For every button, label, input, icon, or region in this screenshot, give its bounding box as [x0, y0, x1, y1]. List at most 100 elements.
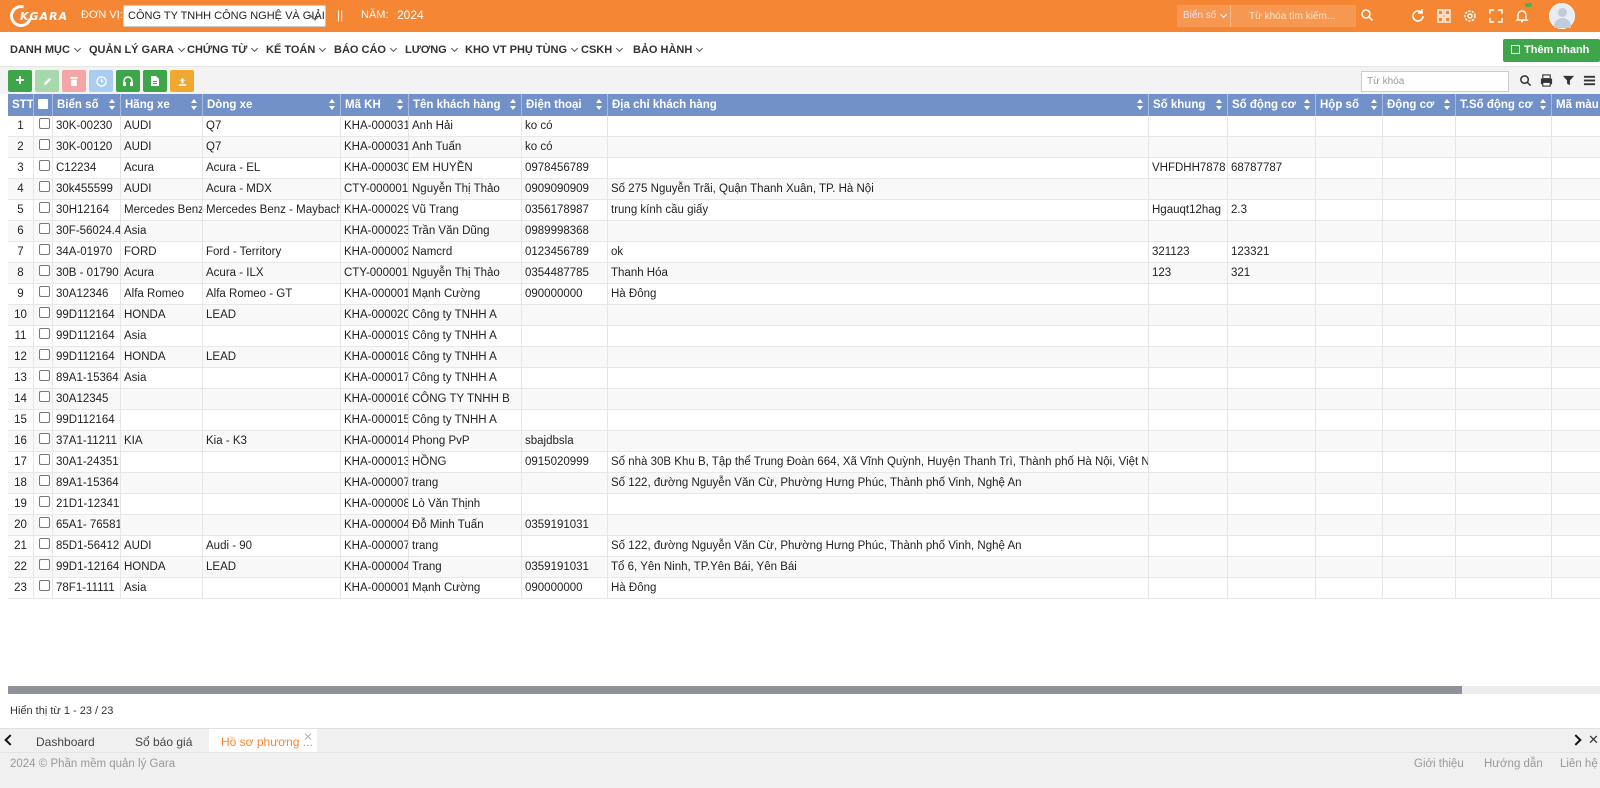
scrollbar-thumb[interactable]	[8, 686, 1462, 694]
table-row[interactable]: 6 30F-56024.4 Asia KHA-000023 Trần Văn Dũng 0…	[8, 221, 1600, 242]
menu-ke-toan[interactable]: KẾ TOÁN	[266, 44, 327, 56]
footer-link-contact[interactable]: Liên hệ	[1560, 758, 1598, 770]
tab-ho-so-phuong-an[interactable]: Hồ sơ phương ... ✕	[209, 729, 317, 753]
row-checkbox[interactable]	[39, 139, 50, 151]
menu-bao-hanh[interactable]: BẢO HÀNH	[633, 44, 704, 56]
refresh-icon[interactable]	[1410, 8, 1426, 24]
table-row[interactable]: 12 99D112164 HONDA LEAD KHA-000018 Công ty TN…	[8, 347, 1600, 368]
table-row[interactable]: 17 30A1-24351 KHA-000013 HỒNG 0915020999 Số n…	[8, 452, 1600, 473]
row-checkbox[interactable]	[39, 328, 50, 340]
table-row[interactable]: 2 30K-00120 AUDI Q7 KHA-000031 Anh Tuấn ko có	[8, 137, 1600, 158]
row-checkbox[interactable]	[39, 454, 50, 466]
row-checkbox[interactable]	[39, 412, 50, 424]
table-row[interactable]: 15 99D112164 KHA-000015 Công ty TNHH A	[8, 410, 1600, 431]
row-checkbox[interactable]	[39, 118, 50, 130]
col-ma-kh[interactable]: Mã KH	[341, 94, 409, 116]
table-row[interactable]: 11 99D112164 Asia KHA-000019 Công ty TNHH A	[8, 326, 1600, 347]
menu-chung-tu[interactable]: CHỨNG TỪ	[187, 44, 259, 56]
row-checkbox[interactable]	[39, 517, 50, 529]
print-icon[interactable]	[1540, 74, 1553, 87]
table-row[interactable]: 18 89A1-15364 KHA-000007 trang Số 122, đường…	[8, 473, 1600, 494]
search-type-select[interactable]: Biển số	[1177, 5, 1231, 27]
footer-link-guide[interactable]: Hướng dẫn	[1484, 758, 1543, 770]
row-checkbox[interactable]	[39, 391, 50, 403]
row-checkbox[interactable]	[39, 181, 50, 193]
search-icon[interactable]	[1360, 8, 1374, 22]
delete-button[interactable]	[62, 70, 86, 92]
table-row[interactable]: 5 30H12164 Mercedes Benz Mercedes Benz - Ma…	[8, 200, 1600, 221]
table-row[interactable]: 8 30B - 01790 Acura Acura - ILX CTY-000001 Ng…	[8, 263, 1600, 284]
table-row[interactable]: 10 99D112164 HONDA LEAD KHA-000020 Công ty TN…	[8, 305, 1600, 326]
footer-link-about[interactable]: Giới thiệu	[1414, 758, 1464, 770]
app-logo[interactable]: KGARA	[5, 0, 72, 32]
keyword-filter-input[interactable]	[1361, 71, 1509, 92]
col-bien-so[interactable]: Biển số	[53, 94, 121, 116]
row-checkbox[interactable]	[39, 580, 50, 592]
table-row[interactable]: 1 30K-00230 AUDI Q7 KHA-000031 Anh Hải ko có	[8, 116, 1600, 137]
export-excel-button[interactable]	[143, 70, 167, 92]
horizontal-scrollbar[interactable]	[8, 686, 1600, 694]
menu-luong[interactable]: LƯƠNG	[405, 44, 458, 56]
table-row[interactable]: 4 30k455599 AUDI Acura - MDX CTY-000001 Nguyễ…	[8, 179, 1600, 200]
bell-icon[interactable]	[1514, 8, 1530, 24]
filter-icon[interactable]	[1562, 74, 1575, 87]
table-row[interactable]: 22 99D1-12164 HONDA LEAD KHA-000004 Trang 0359…	[8, 557, 1600, 578]
search-icon[interactable]	[1519, 74, 1532, 87]
table-row[interactable]: 16 37A1-11211 KIA Kia - K3 KHA-000014 Phong P…	[8, 431, 1600, 452]
row-checkbox[interactable]	[39, 538, 50, 550]
col-so-dong-co[interactable]: Số động cơ	[1228, 94, 1316, 116]
col-dia-chi[interactable]: Địa chỉ khách hàng	[608, 94, 1149, 116]
col-select-all[interactable]	[34, 94, 53, 116]
close-all-icon[interactable]: ✕	[1588, 732, 1599, 748]
gear-icon[interactable]	[1462, 8, 1478, 24]
quick-add-button[interactable]: Thêm nhanh	[1503, 39, 1600, 75]
col-hang-xe[interactable]: Hãng xe	[121, 94, 203, 116]
tab-so-bao-gia[interactable]: Sổ báo giá	[135, 735, 192, 749]
row-checkbox[interactable]	[39, 223, 50, 235]
table-row[interactable]: 19 21D1-12341 KHA-000008 Lò Văn Thịnh	[8, 494, 1600, 515]
table-row[interactable]: 21 85D1-56412 AUDI Audi - 90 KHA-000007 trang…	[8, 536, 1600, 557]
row-checkbox[interactable]	[39, 475, 50, 487]
row-checkbox[interactable]	[39, 433, 50, 445]
col-stt[interactable]: STT	[8, 94, 34, 116]
table-row[interactable]: 20 65A1- 76581 KHA-000004 Đỗ Minh Tuấn 03591…	[8, 515, 1600, 536]
close-icon[interactable]: ✕	[303, 730, 313, 744]
col-t-so-dong-co[interactable]: T.Số động cơ	[1456, 94, 1552, 116]
row-checkbox[interactable]	[39, 370, 50, 382]
row-checkbox[interactable]	[39, 496, 50, 508]
history-button[interactable]	[89, 70, 113, 92]
table-row[interactable]: 3 C12234 Acura Acura - EL KHA-000030 EM HUYỀN…	[8, 158, 1600, 179]
table-row[interactable]: 13 89A1-15364 Asia KHA-000017 Công ty TNHH A	[8, 368, 1600, 389]
table-row[interactable]: 23 78F1-11111 Asia KHA-000001 Mạnh Cường 0900…	[8, 578, 1600, 599]
edit-button[interactable]	[35, 70, 59, 92]
menu-quan-ly-gara[interactable]: QUẢN LÝ GARA	[89, 44, 185, 56]
col-hop-so[interactable]: Hộp số	[1316, 94, 1383, 116]
row-checkbox[interactable]	[39, 286, 50, 298]
row-checkbox[interactable]	[39, 160, 50, 172]
tab-dashboard[interactable]: Dashboard	[36, 735, 95, 749]
grid-apps-icon[interactable]	[1436, 8, 1452, 24]
chevron-right-icon[interactable]	[1570, 734, 1582, 746]
select-all-checkbox[interactable]	[38, 98, 48, 109]
col-dong-xe[interactable]: Dòng xe	[203, 94, 341, 116]
row-checkbox[interactable]	[39, 307, 50, 319]
add-button[interactable]: +	[8, 70, 32, 92]
menu-cskh[interactable]: CSKH	[581, 44, 624, 56]
avatar[interactable]	[1549, 3, 1575, 29]
year-value[interactable]: 2024	[397, 8, 424, 22]
menu-danh-muc[interactable]: DANH MỤC	[10, 44, 81, 56]
row-checkbox[interactable]	[39, 265, 50, 277]
col-dong-co[interactable]: Động cơ	[1383, 94, 1456, 116]
row-checkbox[interactable]	[39, 202, 50, 214]
fullscreen-icon[interactable]	[1488, 8, 1504, 24]
menu-kho-vt-phu-tung[interactable]: KHO VT PHỤ TÙNG	[465, 44, 579, 56]
import-button[interactable]	[170, 70, 194, 92]
col-ma-mau[interactable]: Mã màu	[1552, 94, 1600, 116]
col-dien-thoai[interactable]: Điện thoại	[522, 94, 608, 116]
unit-select[interactable]: CÔNG TY TNHH CÔNG NGHỆ VÀ GIẢI	[123, 5, 326, 27]
table-row[interactable]: 7 34A-01970 FORD Ford - Territory KHA-000002…	[8, 242, 1600, 263]
row-checkbox[interactable]	[39, 244, 50, 256]
chevron-left-icon[interactable]	[4, 734, 16, 746]
col-so-khung[interactable]: Số khung	[1149, 94, 1228, 116]
col-ten-khach-hang[interactable]: Tên khách hàng	[409, 94, 522, 116]
